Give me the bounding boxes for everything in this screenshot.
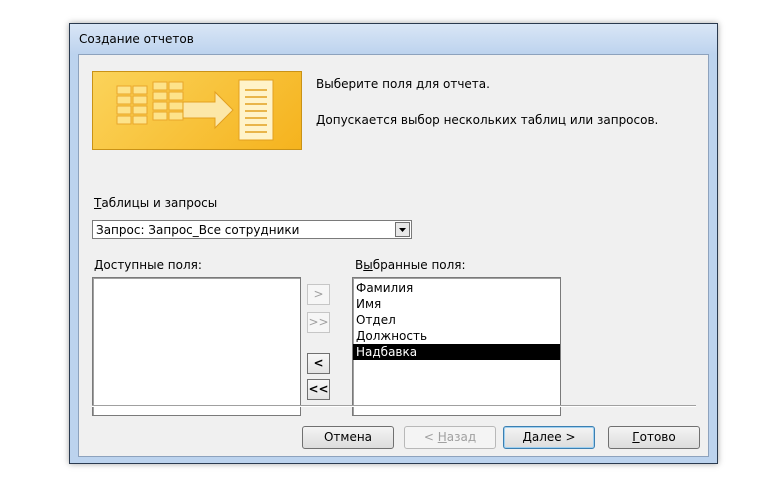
selected-fields-label: Выбранные поля:: [355, 258, 466, 272]
add-all-fields-button[interactable]: >>: [307, 312, 330, 333]
intro-line-2: Допускается выбор нескольких таблиц или …: [316, 113, 659, 127]
next-button-text: алее >: [531, 430, 576, 444]
add-field-button[interactable]: >: [307, 284, 330, 305]
tables-combobox-value: Запрос: Запрос_Все сотрудники: [96, 223, 300, 237]
cancel-button[interactable]: Отмена: [302, 426, 394, 449]
finish-button[interactable]: Готово: [608, 426, 700, 449]
finish-button-accel: Г: [632, 430, 640, 444]
next-button-accel: Д: [522, 430, 532, 444]
selected-label-accel: ы: [363, 258, 373, 272]
back-button-accel: Н: [437, 430, 447, 444]
finish-button-text: отово: [639, 430, 676, 444]
back-button[interactable]: < Назад: [404, 426, 496, 449]
tables-queries-combobox[interactable]: Запрос: Запрос_Все сотрудники: [92, 220, 412, 239]
dialog-client-area: Выберите поля для отчета. Допускается вы…: [78, 54, 709, 457]
chevron-down-icon: [399, 228, 406, 232]
selected-label-pre: В: [355, 258, 364, 272]
report-wizard-dialog: Создание отчетов Выберите поля для отчет…: [69, 23, 718, 464]
list-item[interactable]: Отдел: [353, 312, 560, 328]
back-button-text: азад: [446, 430, 477, 444]
available-fields-list[interactable]: [92, 277, 301, 416]
combobox-dropdown-button[interactable]: [395, 222, 410, 237]
next-button[interactable]: Далее >: [503, 426, 595, 449]
available-label-accel: Д: [94, 258, 104, 272]
intro-line-1: Выберите поля для отчета.: [316, 77, 490, 91]
remove-field-button[interactable]: <: [307, 353, 330, 374]
wizard-illustration-icon: [92, 71, 302, 150]
selected-fields-list[interactable]: Фамилия Имя Отдел Должность Надбавка: [352, 277, 561, 416]
available-fields-label: Доступные поля:: [94, 258, 202, 272]
list-item[interactable]: Должность: [353, 328, 560, 344]
list-item[interactable]: Надбавка: [353, 344, 560, 360]
back-button-prefix: <: [423, 430, 438, 444]
window-title: Создание отчетов: [79, 32, 194, 46]
available-label-text: оступные поля:: [103, 258, 202, 272]
selected-label-text: бранные поля:: [372, 258, 466, 272]
footer-separator: [92, 405, 696, 407]
tables-label-text: аблицы и запросы: [101, 196, 218, 210]
title-bar[interactable]: Создание отчетов: [70, 24, 717, 54]
list-item[interactable]: Фамилия: [353, 280, 560, 296]
list-item[interactable]: Имя: [353, 296, 560, 312]
tables-label: Таблицы и запросы: [94, 196, 217, 210]
remove-all-fields-button[interactable]: <<: [307, 379, 330, 400]
